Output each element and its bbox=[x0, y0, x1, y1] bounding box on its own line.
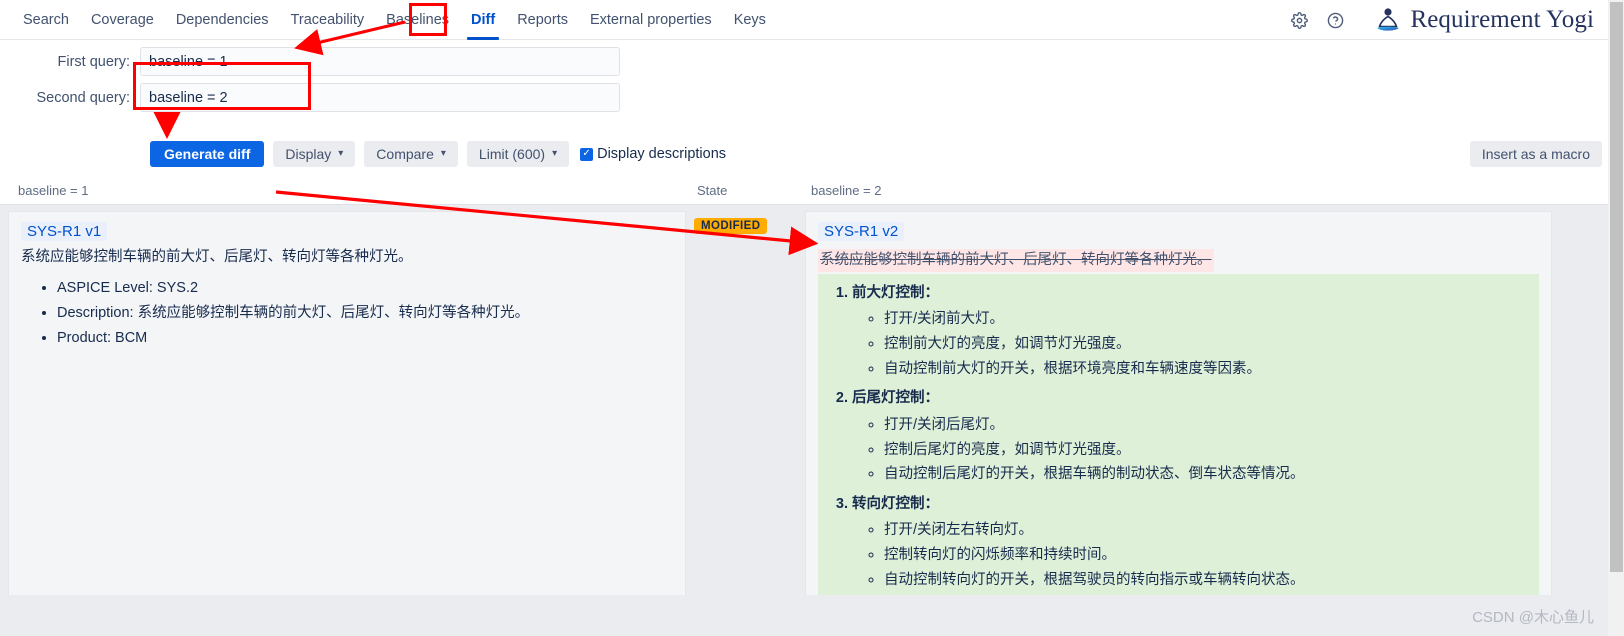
annotation-arrows bbox=[153, 20, 819, 256]
requirement-yogi-diff-page: Search Coverage Dependencies Traceability Ba… bbox=[0, 0, 1624, 636]
arrow-to-diff-tab bbox=[294, 20, 406, 56]
arrow-to-modified-requirement bbox=[275, 190, 819, 256]
